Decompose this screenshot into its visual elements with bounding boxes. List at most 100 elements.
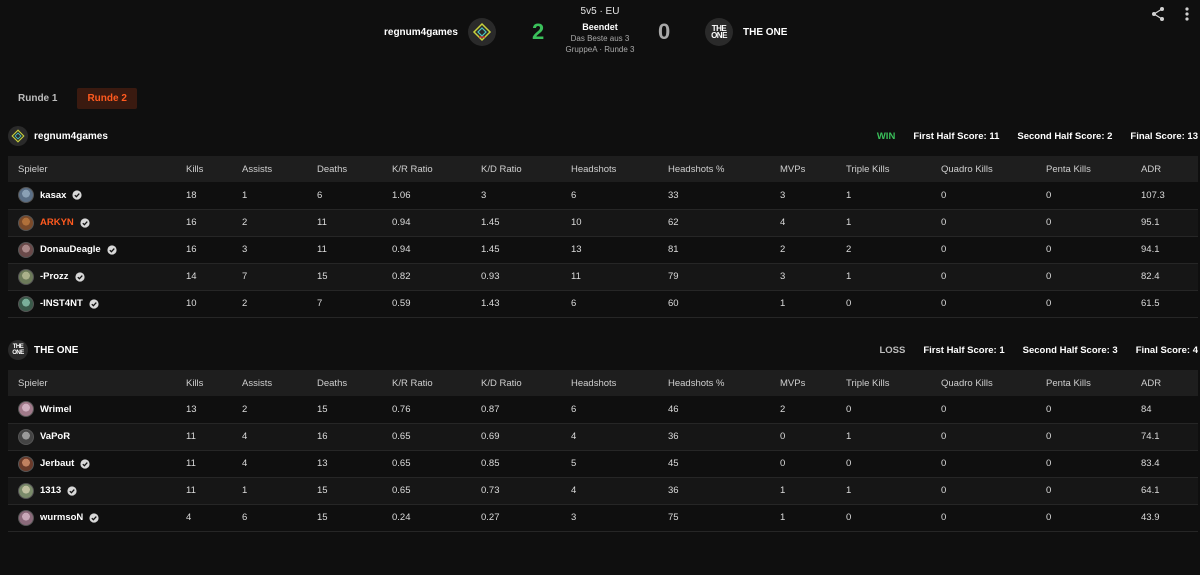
team-result: WIN bbox=[876, 130, 896, 142]
column-header-kd-ratio[interactable]: K/D Ratio bbox=[471, 370, 561, 396]
verified-check-icon bbox=[89, 298, 99, 309]
column-header-quadro-kills[interactable]: Quadro Kills bbox=[931, 370, 1036, 396]
cell-mvps: 1 bbox=[770, 504, 836, 532]
avatar[interactable] bbox=[18, 428, 34, 445]
team-right-header[interactable]: THE ONE THE ONE bbox=[705, 18, 787, 46]
column-header-penta-kills[interactable]: Penta Kills bbox=[1036, 370, 1131, 396]
player-link[interactable]: -INST4NT bbox=[18, 295, 176, 312]
cell-kills: 16 bbox=[176, 236, 232, 264]
team-logo[interactable]: THE ONE bbox=[8, 340, 28, 360]
table-row: Jerbaut 11 4 13 0.65 0.85 5 45 0 0 0 0 83.4 bbox=[8, 450, 1198, 478]
column-header-triple-kills[interactable]: Triple Kills bbox=[836, 370, 931, 396]
player-link[interactable]: wurmsoN bbox=[18, 509, 176, 526]
column-header-headshots-pct[interactable]: Headshots % bbox=[658, 370, 770, 396]
player-name[interactable]: VaPoR bbox=[40, 431, 70, 442]
player-name[interactable]: -Prozz bbox=[40, 271, 69, 282]
column-header-kr-ratio[interactable]: K/R Ratio bbox=[382, 370, 471, 396]
column-header-player[interactable]: Spieler bbox=[8, 156, 176, 182]
player-name[interactable]: 1313 bbox=[40, 485, 61, 496]
team-right-logo[interactable]: THE ONE bbox=[705, 18, 733, 46]
cell-headshots-pct: 36 bbox=[658, 423, 770, 451]
cell-kills: 11 bbox=[176, 423, 232, 451]
player-link[interactable]: 1313 bbox=[18, 482, 176, 499]
column-header-adr[interactable]: ADR bbox=[1131, 370, 1198, 396]
avatar[interactable] bbox=[18, 482, 34, 499]
match-best-of: Das Beste aus 3 bbox=[570, 34, 630, 43]
avatar[interactable] bbox=[18, 509, 34, 526]
column-header-kd-ratio[interactable]: K/D Ratio bbox=[471, 156, 561, 182]
cell-adr: 84 bbox=[1131, 396, 1198, 424]
cell-headshots-pct: 60 bbox=[658, 290, 770, 318]
the-one-logo-icon: THE ONE bbox=[711, 24, 727, 40]
avatar[interactable] bbox=[18, 268, 34, 285]
column-header-headshots[interactable]: Headshots bbox=[561, 370, 658, 396]
column-header-mvps[interactable]: MVPs bbox=[770, 370, 836, 396]
player-link[interactable]: -Prozz bbox=[18, 268, 176, 285]
team-left-name[interactable]: regnum4games bbox=[384, 27, 458, 38]
player-name[interactable]: ARKYN bbox=[40, 217, 74, 228]
column-header-assists[interactable]: Assists bbox=[232, 370, 307, 396]
player-name[interactable]: DonauDeagle bbox=[40, 244, 101, 255]
player-link[interactable]: Wrimel bbox=[18, 401, 176, 418]
cell-quadro-kills: 0 bbox=[931, 263, 1036, 291]
player-link[interactable]: DonauDeagle bbox=[18, 241, 176, 258]
team-right-name[interactable]: THE ONE bbox=[743, 27, 787, 38]
column-header-headshots[interactable]: Headshots bbox=[561, 156, 658, 182]
tab-round-1[interactable]: Runde 1 bbox=[8, 88, 67, 109]
column-header-assists[interactable]: Assists bbox=[232, 156, 307, 182]
player-name[interactable]: -INST4NT bbox=[40, 298, 83, 309]
avatar[interactable] bbox=[18, 455, 34, 472]
cell-deaths: 6 bbox=[307, 182, 382, 210]
column-header-player[interactable]: Spieler bbox=[8, 370, 176, 396]
player-link[interactable]: VaPoR bbox=[18, 428, 176, 445]
column-header-triple-kills[interactable]: Triple Kills bbox=[836, 156, 931, 182]
player-name[interactable]: Jerbaut bbox=[40, 458, 74, 469]
match-format: 5v5 · EU bbox=[580, 6, 620, 17]
team-name[interactable]: THE ONE bbox=[34, 345, 78, 356]
column-header-kr-ratio[interactable]: K/R Ratio bbox=[382, 156, 471, 182]
player-link[interactable]: Jerbaut bbox=[18, 455, 176, 472]
column-header-penta-kills[interactable]: Penta Kills bbox=[1036, 156, 1131, 182]
cell-headshots-pct: 46 bbox=[658, 396, 770, 424]
cell-deaths: 15 bbox=[307, 477, 382, 505]
avatar[interactable] bbox=[18, 241, 34, 258]
share-icon[interactable] bbox=[1150, 6, 1166, 22]
column-header-quadro-kills[interactable]: Quadro Kills bbox=[931, 156, 1036, 182]
team-name[interactable]: regnum4games bbox=[34, 131, 108, 142]
column-header-adr[interactable]: ADR bbox=[1131, 156, 1198, 182]
cell-assists: 6 bbox=[232, 504, 307, 532]
column-header-kills[interactable]: Kills bbox=[176, 370, 232, 396]
first-half-score: First Half Score: 1 bbox=[923, 344, 1005, 356]
tab-round-2[interactable]: Runde 2 bbox=[77, 88, 137, 109]
the-one-logo-icon: THE ONE bbox=[12, 344, 24, 356]
avatar[interactable] bbox=[18, 401, 34, 418]
avatar[interactable] bbox=[18, 187, 34, 204]
cell-kr-ratio: 0.65 bbox=[382, 450, 471, 478]
column-header-headshots-pct[interactable]: Headshots % bbox=[658, 156, 770, 182]
column-header-mvps[interactable]: MVPs bbox=[770, 156, 836, 182]
cell-penta-kills: 0 bbox=[1036, 423, 1131, 451]
table-row: wurmsoN 4 6 15 0.24 0.27 3 75 1 0 0 0 43.9 bbox=[8, 504, 1198, 532]
cell-kills: 18 bbox=[176, 182, 232, 210]
table-row: VaPoR 11 4 16 0.65 0.69 4 36 0 1 0 0 74.1 bbox=[8, 423, 1198, 451]
player-link[interactable]: kasax bbox=[18, 187, 176, 204]
player-name[interactable]: Wrimel bbox=[40, 404, 72, 415]
team-left-logo[interactable] bbox=[467, 18, 496, 46]
team-left-header[interactable]: regnum4games bbox=[384, 18, 496, 46]
team-logo[interactable] bbox=[8, 126, 28, 146]
cell-deaths: 15 bbox=[307, 263, 382, 291]
player-link[interactable]: ARKYN bbox=[18, 214, 176, 231]
more-vertical-icon[interactable] bbox=[1180, 6, 1194, 22]
cell-deaths: 7 bbox=[307, 290, 382, 318]
cell-penta-kills: 0 bbox=[1036, 504, 1131, 532]
column-header-deaths[interactable]: Deaths bbox=[307, 370, 382, 396]
cell-penta-kills: 0 bbox=[1036, 236, 1131, 264]
avatar[interactable] bbox=[18, 295, 34, 312]
column-header-deaths[interactable]: Deaths bbox=[307, 156, 382, 182]
player-name[interactable]: wurmsoN bbox=[40, 512, 83, 523]
column-header-kills[interactable]: Kills bbox=[176, 156, 232, 182]
player-name[interactable]: kasax bbox=[40, 190, 66, 201]
cell-mvps: 4 bbox=[770, 209, 836, 237]
avatar[interactable] bbox=[18, 214, 34, 231]
score-right: 0 bbox=[658, 19, 671, 44]
